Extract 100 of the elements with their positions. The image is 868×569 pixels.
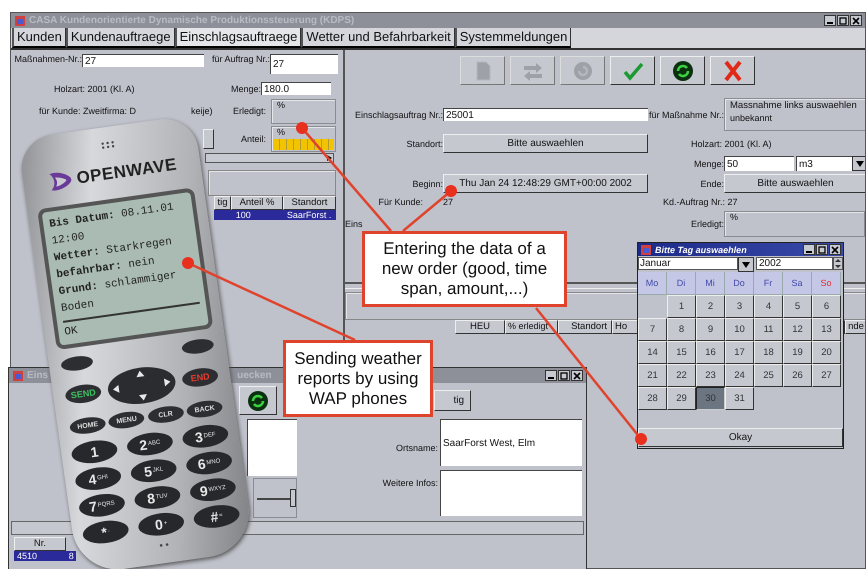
table-row[interactable]: 4510 8 xyxy=(14,551,76,561)
column-header[interactable]: tig xyxy=(214,196,231,210)
input-field[interactable]: 27 xyxy=(82,54,204,67)
minimize-button[interactable] xyxy=(803,244,815,255)
phone-key: SEND xyxy=(64,382,102,406)
tab[interactable]: Kunden xyxy=(12,28,66,48)
push-button[interactable]: Thu Jan 24 12:48:29 GMT+00:00 2002 xyxy=(443,174,648,193)
input-field[interactable]: SaarForst West, Elm xyxy=(440,419,582,466)
scrollbar[interactable] xyxy=(205,153,334,163)
table-cell-text: 4510 xyxy=(16,551,38,561)
dropdown[interactable]: Januar xyxy=(638,257,738,270)
field-label: Menge: xyxy=(692,158,724,168)
push-button[interactable]: tig xyxy=(434,390,471,411)
day-button[interactable]: 2 xyxy=(696,295,725,318)
spinner[interactable] xyxy=(833,257,843,270)
day-button[interactable]: 7 xyxy=(638,318,667,341)
tab[interactable]: Wetter und Befahrbarkeit xyxy=(301,28,455,48)
push-button[interactable] xyxy=(203,129,214,149)
table-cell-text: 8 xyxy=(68,551,75,561)
slider-thumb[interactable] xyxy=(290,489,296,507)
refresh-icon xyxy=(572,60,594,82)
toolbar-button[interactable] xyxy=(710,56,755,85)
day-button[interactable]: 12 xyxy=(783,318,812,341)
field-label: Menge: xyxy=(230,84,261,94)
dropdown-button[interactable] xyxy=(738,257,754,272)
column-header[interactable]: Standort xyxy=(558,320,612,334)
minimize-button[interactable] xyxy=(824,15,836,26)
column-header[interactable]: nde xyxy=(845,320,865,334)
day-button[interactable]: 3 xyxy=(725,295,754,318)
column-header[interactable]: Standort xyxy=(283,196,336,210)
toolbar-button[interactable] xyxy=(239,386,277,415)
screen-text: Bis Datum: 08.11.01 xyxy=(48,200,175,232)
maximize-button[interactable] xyxy=(837,15,849,26)
day-button[interactable]: 8 xyxy=(667,318,696,341)
text-area[interactable] xyxy=(440,470,582,516)
input-field[interactable]: 50 xyxy=(724,156,794,171)
dropdown-button[interactable] xyxy=(852,156,865,171)
slider[interactable] xyxy=(253,478,297,518)
field-label: Holzart: 2001 (Kl. A) xyxy=(54,84,136,94)
push-button[interactable]: Bitte auswaehlen xyxy=(724,174,865,193)
field-label: Beginn: xyxy=(411,178,443,188)
day-button[interactable]: 22 xyxy=(667,364,696,387)
day-button[interactable]: 29 xyxy=(667,387,696,410)
day-button[interactable]: 18 xyxy=(754,341,783,364)
day-button[interactable]: 24 xyxy=(725,364,754,387)
day-button[interactable]: 17 xyxy=(725,341,754,364)
tab[interactable]: Systemmeldungen xyxy=(454,28,572,48)
close-icon xyxy=(831,246,839,254)
day-button[interactable]: 27 xyxy=(812,364,841,387)
text-area[interactable] xyxy=(247,419,297,476)
toolbar-button[interactable] xyxy=(610,56,655,85)
tab[interactable]: Kundenauftraege xyxy=(66,28,175,48)
day-button[interactable]: 31 xyxy=(725,387,754,410)
logo-text: OPENWAVE xyxy=(75,154,178,189)
weekday-label: Mo xyxy=(638,272,667,295)
day-button[interactable]: 20 xyxy=(812,341,841,364)
input-field[interactable]: 27 xyxy=(270,54,338,74)
column-header[interactable]: HEU xyxy=(455,320,505,334)
column-header[interactable]: Anteil % xyxy=(231,196,283,210)
day-button[interactable]: 13 xyxy=(812,318,841,341)
day-button[interactable]: 9 xyxy=(696,318,725,341)
dropdown[interactable]: m3 xyxy=(796,156,852,171)
spinner-arrows-icon xyxy=(834,258,842,269)
input-field[interactable]: 180.0 xyxy=(261,82,331,95)
table-row[interactable]: 100 SaarForst . xyxy=(214,210,336,220)
push-button[interactable]: Bitte auswaehlen xyxy=(443,134,648,153)
column-header[interactable]: Nr. xyxy=(14,537,66,551)
group-title: Massnahme links auswaehlen xyxy=(730,100,857,111)
day-button[interactable]: 21 xyxy=(638,364,667,387)
day-button[interactable]: 26 xyxy=(783,364,812,387)
close-icon xyxy=(722,60,744,82)
ok-button[interactable]: Okay xyxy=(638,428,843,447)
tab[interactable]: Einschlagsauftraege xyxy=(174,28,302,48)
maximize-button[interactable] xyxy=(816,244,828,255)
caret-icon xyxy=(742,262,750,268)
day-button[interactable]: 6 xyxy=(812,295,841,318)
column-header[interactable]: % erledigt xyxy=(505,320,558,334)
close-button[interactable] xyxy=(850,15,862,26)
close-button[interactable] xyxy=(571,370,583,381)
day-button[interactable]: 4 xyxy=(754,295,783,318)
day-button[interactable]: 16 xyxy=(696,341,725,364)
minimize-button[interactable] xyxy=(545,370,557,381)
day-button[interactable]: 10 xyxy=(725,318,754,341)
weekday-label: Do xyxy=(725,272,754,295)
table-cell-text: SaarForst . xyxy=(286,210,332,220)
day-button[interactable]: 14 xyxy=(638,341,667,364)
day-button[interactable]: 11 xyxy=(754,318,783,341)
input-field[interactable]: 25001 xyxy=(443,108,648,121)
day-button[interactable]: 15 xyxy=(667,341,696,364)
day-button[interactable]: 5 xyxy=(783,295,812,318)
close-button[interactable] xyxy=(829,244,841,255)
day-button[interactable]: 1 xyxy=(667,295,696,318)
maximize-button[interactable] xyxy=(558,370,570,381)
toolbar-button[interactable] xyxy=(660,56,705,85)
day-button[interactable]: 23 xyxy=(696,364,725,387)
minimize-icon xyxy=(548,377,554,379)
day-button[interactable]: 28 xyxy=(638,387,667,410)
input-field[interactable]: 2002 xyxy=(756,257,833,270)
day-button[interactable]: 25 xyxy=(754,364,783,387)
day-button[interactable]: 19 xyxy=(783,341,812,364)
